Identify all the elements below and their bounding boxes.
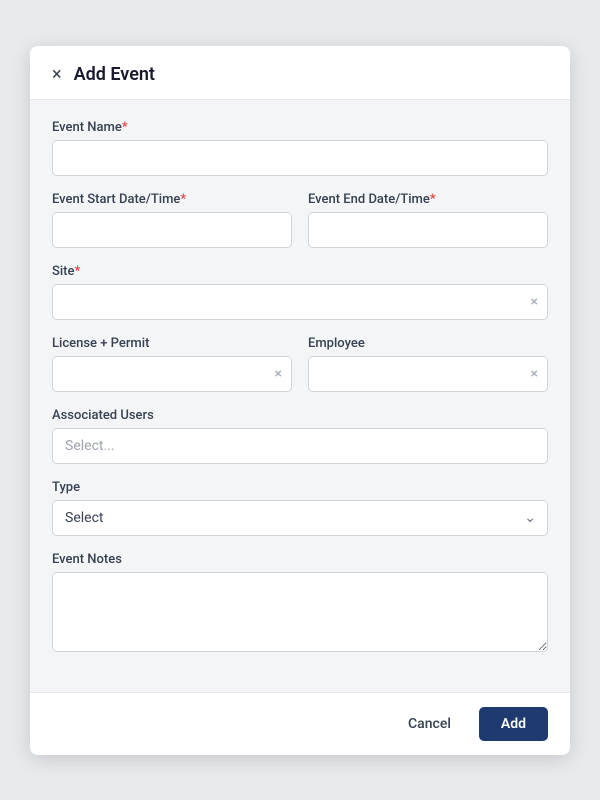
employee-label: Employee <box>308 336 548 351</box>
license-employee-row: License + Permit × Employee × <box>52 336 548 392</box>
license-group: License + Permit × <box>52 336 292 392</box>
license-clear-icon[interactable]: × <box>275 366 282 382</box>
associated-users-group: Associated Users Select... <box>52 408 548 464</box>
type-select-wrapper: Select ⌄ <box>52 500 548 536</box>
event-notes-textarea[interactable] <box>52 572 548 652</box>
date-row: Event Start Date/Time* Event End Date/Ti… <box>52 192 548 248</box>
site-input-wrapper: × <box>52 284 548 320</box>
event-end-input[interactable] <box>308 212 548 248</box>
license-input-wrapper: × <box>52 356 292 392</box>
cancel-button[interactable]: Cancel <box>390 707 469 741</box>
event-start-input[interactable] <box>52 212 292 248</box>
event-name-group: Event Name* <box>52 120 548 176</box>
site-input[interactable] <box>52 284 548 320</box>
event-end-label: Event End Date/Time* <box>308 192 548 207</box>
event-start-label: Event Start Date/Time* <box>52 192 292 207</box>
event-notes-group: Event Notes <box>52 552 548 656</box>
site-label: Site* <box>52 264 548 279</box>
site-group: Site* × <box>52 264 548 320</box>
employee-input-wrapper: × <box>308 356 548 392</box>
associated-users-input[interactable]: Select... <box>52 428 548 464</box>
type-select[interactable]: Select <box>52 500 548 536</box>
modal-body: Event Name* Event Start Date/Time* Event… <box>30 100 570 692</box>
close-icon[interactable]: × <box>52 64 62 85</box>
type-group: Type Select ⌄ <box>52 480 548 536</box>
license-label: License + Permit <box>52 336 292 351</box>
associated-users-label: Associated Users <box>52 408 548 423</box>
license-input[interactable] <box>52 356 292 392</box>
employee-input[interactable] <box>308 356 548 392</box>
add-button[interactable]: Add <box>479 707 548 741</box>
modal-footer: Cancel Add <box>30 692 570 755</box>
modal-header: × Add Event <box>30 46 570 100</box>
type-label: Type <box>52 480 548 495</box>
add-event-modal: × Add Event Event Name* Event Start Date… <box>30 46 570 755</box>
event-start-group: Event Start Date/Time* <box>52 192 292 248</box>
event-end-group: Event End Date/Time* <box>308 192 548 248</box>
employee-clear-icon[interactable]: × <box>531 366 538 382</box>
event-name-input[interactable] <box>52 140 548 176</box>
event-notes-label: Event Notes <box>52 552 548 567</box>
modal-title: Add Event <box>74 64 155 85</box>
event-name-label: Event Name* <box>52 120 548 135</box>
employee-group: Employee × <box>308 336 548 392</box>
site-clear-icon[interactable]: × <box>531 294 538 310</box>
